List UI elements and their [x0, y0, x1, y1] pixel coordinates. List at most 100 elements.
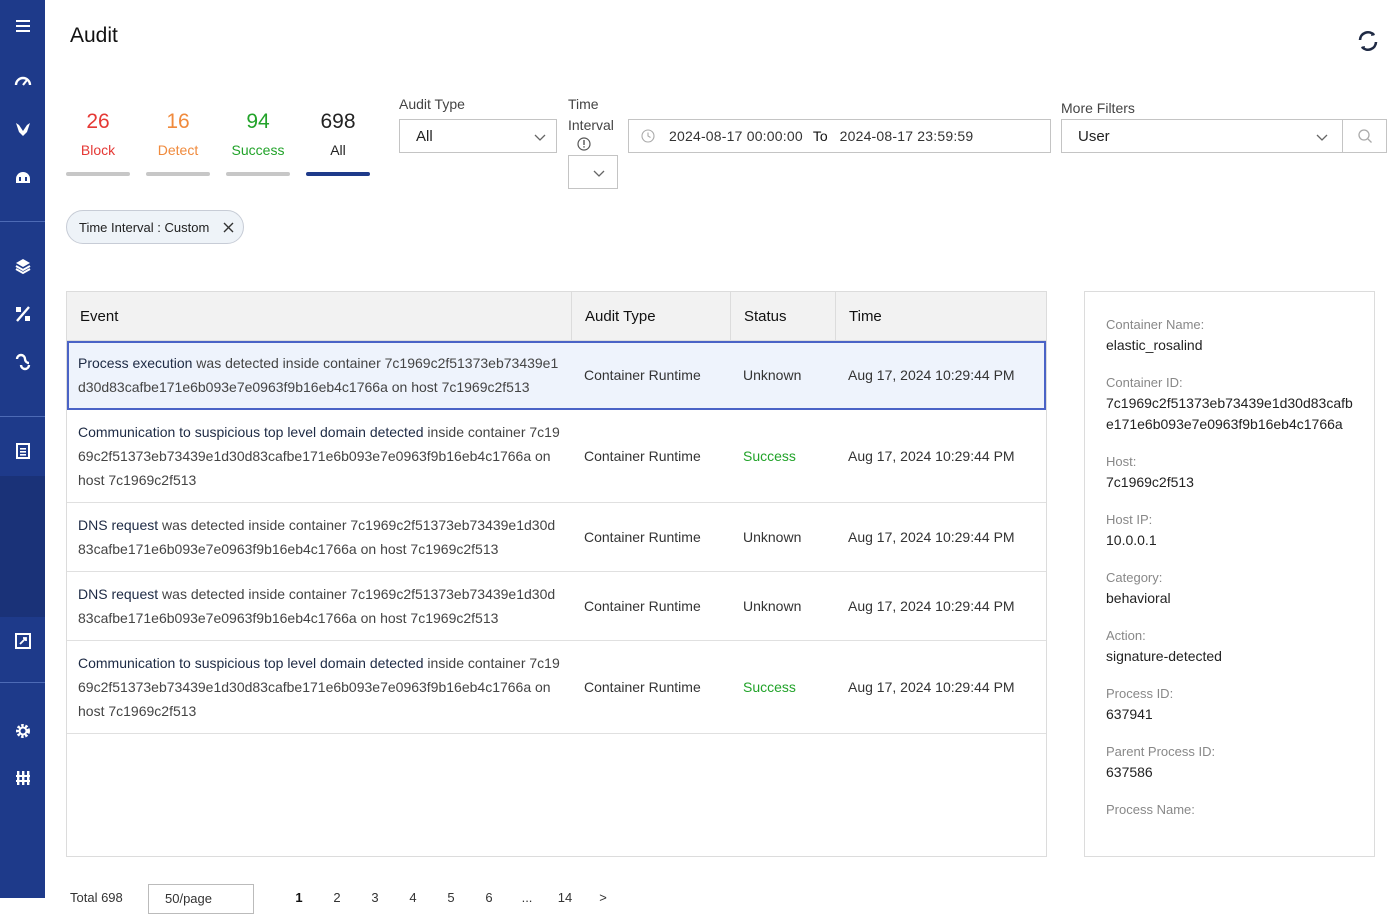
- stat-underline: [66, 172, 130, 176]
- stat-label: All: [330, 142, 346, 158]
- detail-label: Action:: [1106, 628, 1146, 643]
- audit-type-value: All: [416, 127, 433, 145]
- refresh-icon[interactable]: [1355, 28, 1381, 54]
- time-cell: Aug 17, 2024 10:29:44 PM: [848, 367, 1015, 383]
- table-header: Event Audit Type Status Time: [67, 292, 1046, 341]
- stat-count: 94: [246, 110, 270, 133]
- chip-label: Time Interval : Custom: [79, 219, 210, 235]
- close-icon[interactable]: [222, 221, 235, 234]
- percent-icon[interactable]: [0, 298, 45, 330]
- audit-type-cell: Container Runtime: [584, 529, 701, 545]
- time-cell: Aug 17, 2024 10:29:44 PM: [848, 598, 1015, 614]
- stat-underline: [146, 172, 210, 176]
- time-interval-label: Interval: [568, 117, 614, 133]
- detail-field-host: Host: 7c1969c2f513: [1106, 451, 1354, 493]
- date-range-picker[interactable]: 2024-08-17 00:00:00 To 2024-08-17 23:59:…: [628, 119, 1051, 153]
- status-cell: Success: [743, 448, 796, 464]
- cloud-robot-icon[interactable]: [0, 161, 45, 193]
- sidebar-active-section: [0, 476, 45, 617]
- table-row[interactable]: DNS request was detected inside containe…: [67, 572, 1046, 641]
- table-row[interactable]: DNS request was detected inside containe…: [67, 503, 1046, 572]
- event-cell: Process execution was detected inside co…: [67, 341, 572, 409]
- detail-field-action: Action: signature-detected: [1106, 625, 1354, 667]
- shield-icon[interactable]: [0, 113, 45, 145]
- stat-count: 16: [166, 110, 190, 133]
- time-cell: Aug 17, 2024 10:29:44 PM: [848, 448, 1015, 464]
- detail-label: Parent Process ID:: [1106, 744, 1216, 759]
- dashboard-gauge-icon[interactable]: [0, 65, 45, 97]
- detail-field-container-name: Container Name: elastic_rosalind: [1106, 314, 1354, 356]
- stat-underline: [306, 172, 370, 176]
- sidebar: [0, 0, 45, 898]
- stat-label: Success: [231, 142, 285, 158]
- detail-value: 7c1969c2f51373eb73439e1d30d83cafbe171e6b…: [1106, 395, 1353, 432]
- date-range-start[interactable]: 2024-08-17 00:00:00: [669, 128, 803, 144]
- stat-tab-detect[interactable]: 16 Detect: [146, 108, 210, 176]
- detail-value: elastic_rosalind: [1106, 337, 1203, 353]
- column-header-status[interactable]: Status: [731, 292, 836, 340]
- stat-label: Block: [80, 142, 116, 158]
- event-cell: Communication to suspicious top level do…: [67, 410, 572, 502]
- clock-icon: [641, 129, 655, 143]
- detail-field-host-ip: Host IP: 10.0.0.1: [1106, 509, 1354, 551]
- event-title: Communication to suspicious top level do…: [78, 424, 424, 440]
- info-icon[interactable]: [577, 137, 591, 151]
- event-detail-panel: Container Name: elastic_rosalind Contain…: [1084, 291, 1375, 857]
- event-title: Communication to suspicious top level do…: [78, 655, 424, 671]
- table-row[interactable]: Communication to suspicious top level do…: [67, 410, 1046, 503]
- search-icon: [1357, 129, 1372, 143]
- audit-type-cell: Container Runtime: [584, 598, 701, 614]
- detail-field-container-id: Container ID: 7c1969c2f51373eb73439e1d30…: [1106, 372, 1354, 435]
- more-filters-label: More Filters: [1061, 100, 1135, 116]
- report-icon[interactable]: [0, 625, 45, 657]
- detail-label: Process Name:: [1106, 802, 1195, 817]
- event-title: Process execution: [78, 355, 193, 371]
- detail-label: Process ID:: [1106, 686, 1174, 701]
- chevron-down-icon: [1316, 134, 1328, 141]
- time-interval-label: Time: [568, 96, 599, 112]
- detail-field-process-name: Process Name:: [1106, 799, 1354, 820]
- detail-value: behavioral: [1106, 590, 1171, 606]
- audit-table: Event Audit Type Status Time Process exe…: [66, 291, 1047, 857]
- more-filters-select[interactable]: User: [1061, 119, 1343, 153]
- time-cell: Aug 17, 2024 10:29:44 PM: [848, 529, 1015, 545]
- status-cell: Unknown: [743, 598, 802, 614]
- chevron-down-icon: [593, 170, 605, 177]
- event-title: DNS request: [78, 586, 159, 602]
- event-cell: DNS request was detected inside containe…: [67, 503, 572, 571]
- page-title: Audit: [70, 24, 118, 47]
- date-range-end[interactable]: 2024-08-17 23:59:59: [840, 128, 974, 144]
- sidebar-divider: [0, 221, 45, 222]
- stat-count: 698: [320, 110, 356, 133]
- stat-tab-block[interactable]: 26 Block: [66, 108, 130, 176]
- network-flow-icon[interactable]: [0, 346, 45, 378]
- detail-value: 637941: [1106, 706, 1153, 722]
- stat-tab-all[interactable]: 698 All: [306, 108, 370, 176]
- detail-field-category: Category: behavioral: [1106, 567, 1354, 609]
- detail-value: 7c1969c2f513: [1106, 474, 1194, 490]
- detail-field-parent-process-id: Parent Process ID: 637586: [1106, 741, 1354, 783]
- audit-type-cell: Container Runtime: [584, 679, 701, 695]
- audit-type-label: Audit Type: [399, 96, 465, 112]
- stat-underline: [226, 172, 290, 176]
- active-filter-chip: Time Interval : Custom: [66, 210, 244, 244]
- menu-icon[interactable]: [0, 10, 45, 42]
- column-header-audit-type[interactable]: Audit Type: [572, 292, 731, 340]
- chevron-down-icon: [534, 134, 546, 141]
- table-row[interactable]: Communication to suspicious top level do…: [67, 641, 1046, 734]
- search-button[interactable]: [1342, 119, 1387, 153]
- audit-document-icon[interactable]: [0, 435, 45, 467]
- page-size-select[interactable]: 50/page: [148, 884, 254, 914]
- stat-tab-success[interactable]: 94 Success: [226, 108, 290, 176]
- column-header-time[interactable]: Time: [836, 292, 1046, 340]
- table-row[interactable]: Process execution was detected inside co…: [67, 341, 1046, 410]
- detail-label: Category:: [1106, 570, 1163, 585]
- settings-gear-icon[interactable]: [0, 715, 45, 747]
- column-header-event[interactable]: Event: [67, 292, 572, 340]
- integrations-icon[interactable]: [0, 762, 45, 794]
- audit-type-select[interactable]: All: [399, 119, 557, 153]
- event-cell: Communication to suspicious top level do…: [67, 641, 572, 733]
- sidebar-divider: [0, 682, 45, 683]
- layers-icon[interactable]: [0, 250, 45, 282]
- time-interval-select[interactable]: [568, 155, 618, 189]
